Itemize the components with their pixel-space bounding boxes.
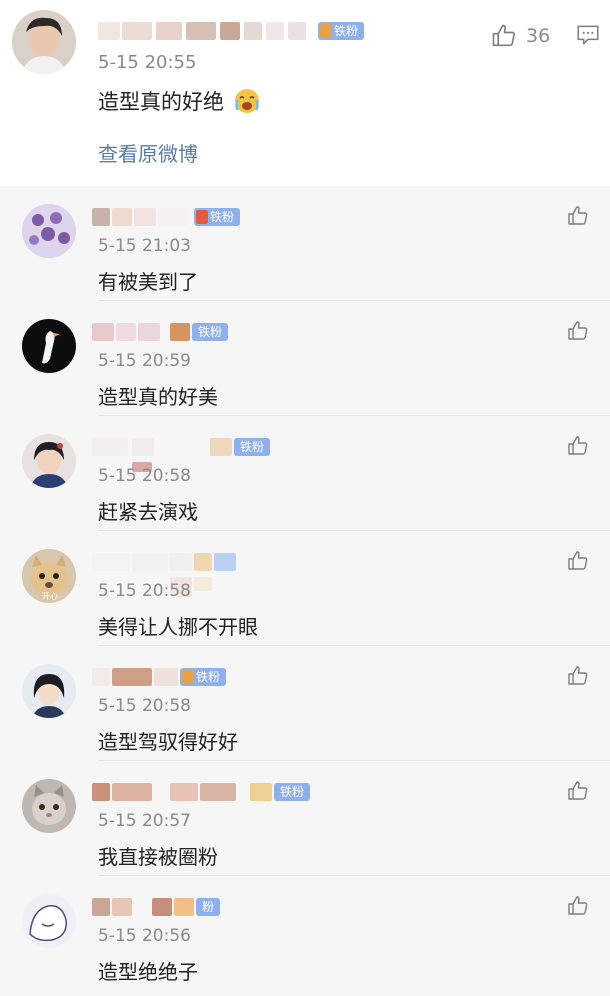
avatar[interactable]: [22, 204, 76, 258]
reply-list: 铁粉 5-15 21:03 有被美到了 铁粉 5-15 20:59 造型真的好美…: [0, 186, 610, 996]
avatar[interactable]: 开心: [22, 549, 76, 603]
reply-text: 有被美到了: [98, 270, 198, 294]
reply-time: 5-15 20:58: [98, 696, 191, 716]
thumbs-up-icon: [492, 24, 515, 47]
avatar[interactable]: [22, 664, 76, 718]
thumbs-up-icon[interactable]: [566, 894, 590, 918]
reply-item: 铁粉 5-15 21:03 有被美到了: [0, 186, 610, 301]
username-masked[interactable]: 铁粉: [92, 208, 342, 230]
reply-time: 5-15 20:56: [98, 926, 191, 946]
thumbs-up-icon[interactable]: [566, 549, 590, 573]
username-masked[interactable]: 粉: [92, 898, 342, 920]
badge-icon: [182, 670, 194, 684]
fan-badge: 铁粉: [194, 208, 241, 226]
avatar[interactable]: [22, 319, 76, 373]
reply-time: 5-15 20:59: [98, 351, 191, 371]
fan-badge: 铁粉: [318, 22, 365, 40]
avatar[interactable]: [12, 10, 76, 74]
avatar[interactable]: [22, 434, 76, 488]
avatar[interactable]: [22, 894, 76, 948]
comment-icon[interactable]: [575, 22, 601, 48]
view-original-weibo-link[interactable]: 查看原微博: [98, 138, 198, 167]
reply-text: 美得让人挪不开眼: [98, 615, 258, 639]
avatar[interactable]: [22, 779, 76, 833]
reply-text: 造型绝绝子: [98, 960, 198, 984]
reply-item: 铁粉 5-15 20:58 造型驾驭得好好: [0, 646, 610, 761]
username-masked[interactable]: 铁粉: [92, 438, 342, 472]
reply-time: 5-15 21:03: [98, 236, 191, 256]
badge-icon: [196, 210, 208, 224]
thumbs-up-icon[interactable]: [566, 664, 590, 688]
comment-text: 造型真的好绝: [98, 86, 261, 116]
username-masked[interactable]: 铁粉: [92, 783, 342, 805]
fan-badge: 铁粉: [192, 323, 229, 341]
reply-time: 5-15 20:58: [98, 581, 191, 601]
username-masked[interactable]: 铁粉: [92, 323, 342, 345]
reply-time: 5-15 20:57: [98, 811, 191, 831]
thumbs-up-icon[interactable]: [566, 319, 590, 343]
avatar-caption: 开心: [42, 592, 58, 601]
reply-time: 5-15 20:58: [98, 466, 191, 486]
comment-time: 5-15 20:55: [98, 52, 197, 73]
reply-text: 造型真的好美: [98, 385, 218, 409]
crying-face-emoji-icon: [233, 88, 261, 114]
thumbs-up-icon[interactable]: [566, 779, 590, 803]
main-comment: 铁粉 5-15 20:55 造型真的好绝 查看原微博 36: [0, 0, 610, 186]
reply-item: 铁粉 5-15 20:58 赶紧去演戏: [0, 416, 610, 531]
reply-item: 铁粉 5-15 20:57 我直接被圈粉: [0, 761, 610, 876]
reply-item: 粉 5-15 20:56 造型绝绝子: [0, 876, 610, 991]
username-masked[interactable]: [92, 553, 342, 597]
like-count: 36: [526, 25, 551, 47]
username-masked[interactable]: 铁粉: [92, 668, 342, 690]
badge-icon: [320, 24, 332, 38]
fan-badge: 铁粉: [274, 783, 311, 801]
fan-badge: 铁粉: [180, 668, 227, 686]
reply-text: 赶紧去演戏: [98, 500, 198, 524]
thumbs-up-icon[interactable]: [566, 204, 590, 228]
username-masked[interactable]: 铁粉: [98, 22, 368, 44]
like-button[interactable]: 36: [490, 22, 550, 50]
fan-badge: 粉: [196, 898, 221, 916]
fan-badge: 铁粉: [234, 438, 271, 456]
reply-text: 我直接被圈粉: [98, 845, 218, 869]
reply-item: 铁粉 5-15 20:59 造型真的好美: [0, 301, 610, 416]
reply-item: 开心 5-15 20:58 美得让人挪不开眼: [0, 531, 610, 646]
thumbs-up-icon[interactable]: [566, 434, 590, 458]
reply-text: 造型驾驭得好好: [98, 730, 238, 754]
